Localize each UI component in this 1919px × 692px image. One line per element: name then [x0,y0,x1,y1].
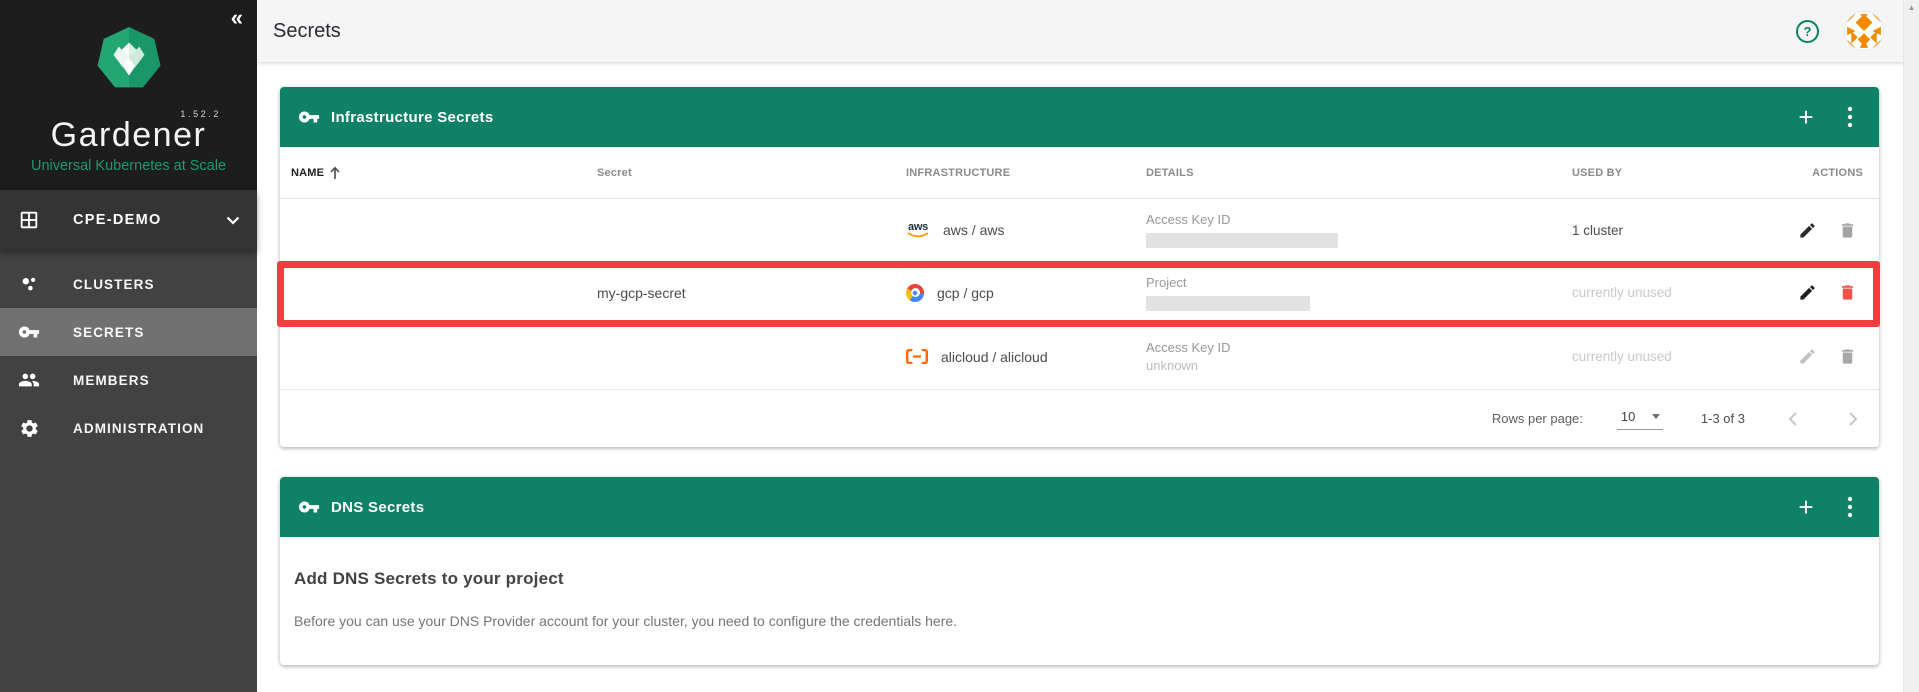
next-page-button [1841,407,1865,431]
delete-secret-button [1837,347,1857,367]
previous-page-button [1781,407,1805,431]
used-by-value: 1 cluster [1572,223,1780,238]
panel-menu-button[interactable] [1832,489,1868,525]
add-dns-secret-button[interactable]: + [1788,489,1824,525]
gardener-logo [96,26,162,97]
sidebar-item-label: MEMBERS [73,373,150,388]
gear-icon [17,416,41,440]
app-subtitle: Universal Kubernetes at Scale [0,158,257,174]
page-title: Secrets [273,20,341,43]
panel-menu-button[interactable] [1832,99,1868,135]
panel-title: Infrastructure Secrets [331,109,494,126]
redacted-details-value [1146,296,1310,311]
infrastructure-value: gcp / gcp [937,285,994,301]
user-avatar[interactable] [1845,12,1883,50]
dns-panel-header: DNS Secrets + [280,477,1879,537]
vertical-dots-icon [1847,106,1853,128]
rows-per-page-select[interactable]: 10 [1617,407,1663,430]
collapse-sidebar-button[interactable]: « [231,4,243,32]
chevron-down-icon [226,216,240,225]
key-icon [17,320,41,344]
project-selector-label: CPE-DEMO [73,212,162,228]
caret-down-icon [1652,414,1660,419]
delete-secret-button [1837,220,1857,240]
alicloud-icon [906,349,928,364]
sidebar-item-members[interactable]: MEMBERS [0,356,257,404]
infrastructure-secrets-panel: Infrastructure Secrets + NAME [280,87,1879,447]
key-icon [298,496,320,518]
chevron-left-icon [1788,411,1798,427]
panel-actions: + [1788,99,1868,135]
chevron-right-icon [1848,411,1858,427]
delete-secret-button[interactable] [1837,283,1857,303]
sidebar-item-label: CLUSTERS [73,277,155,292]
sidebar-item-secrets[interactable]: SECRETS [0,308,257,356]
plus-icon: + [1798,494,1813,520]
add-secret-button[interactable]: + [1788,99,1824,135]
edit-secret-button [1797,347,1817,367]
project-grid-icon [17,208,41,232]
key-icon [298,106,320,128]
infrastructure-panel-header: Infrastructure Secrets + [280,87,1879,147]
column-header-actions: ACTIONS [1780,167,1879,179]
page-header: Secrets ? [257,0,1919,62]
sidebar-item-clusters[interactable]: CLUSTERS [0,260,257,308]
redacted-details-value [1146,233,1338,248]
rows-per-page-label: Rows per page: [1492,411,1583,426]
dns-panel-body: Add DNS Secrets to your project Before y… [280,537,1879,665]
panel-actions: + [1788,489,1868,525]
sidebar-nav: CLUSTERS SECRETS MEMBERS [0,250,257,452]
help-button[interactable]: ? [1796,20,1819,43]
gcp-icon [906,284,924,302]
vertical-dots-icon [1847,496,1853,518]
table-pagination: Rows per page: 10 1-3 of 3 [280,390,1879,447]
panel-title: DNS Secrets [331,499,424,516]
edit-secret-button[interactable] [1797,220,1817,240]
column-header-name[interactable]: NAME [291,166,597,180]
details-label: Access Key ID [1146,340,1572,355]
used-by-value: currently unused [1572,285,1780,300]
infrastructure-value: alicloud / alicloud [941,349,1048,365]
scroll-up-arrow[interactable]: ▲ [1904,3,1919,12]
project-selector[interactable]: CPE-DEMO [0,190,257,250]
column-header-details[interactable]: DETAILS [1146,167,1572,179]
header-actions: ? [1796,12,1883,50]
sidebar-item-label: SECRETS [73,325,144,340]
scrollbar[interactable]: ▲ [1903,0,1919,692]
details-value: unknown [1146,358,1572,373]
table-row: aws aws / aws Access Key ID 1 cluster [280,199,1879,262]
table-header-row: NAME Secret INFRASTRUCTURE DETAILS USED … [280,147,1879,199]
main-area: Secrets ? [257,0,1919,692]
pagination-range-label: 1-3 of 3 [1701,411,1745,426]
secret-name-value: my-gcp-secret [597,285,906,301]
sort-ascending-icon [329,166,341,180]
dns-secrets-panel: DNS Secrets + Add DNS Secrets to your pr… [280,477,1879,665]
details-label: Access Key ID [1146,212,1572,227]
details-label: Project [1146,275,1572,290]
clusters-icon [17,272,41,296]
sidebar: « 1.52.2 Gardener Universal Kubernetes a… [0,0,257,692]
sidebar-item-administration[interactable]: ADMINISTRATION [0,404,257,452]
app-title: Gardener [0,116,257,155]
sidebar-teaser: « 1.52.2 Gardener Universal Kubernetes a… [0,0,257,190]
used-by-value: currently unused [1572,349,1780,364]
dns-empty-heading: Add DNS Secrets to your project [294,569,1859,589]
members-icon [17,368,41,392]
plus-icon: + [1798,104,1813,130]
rows-per-page-value: 10 [1621,409,1635,424]
column-header-secret[interactable]: Secret [597,167,906,179]
column-header-infrastructure[interactable]: INFRASTRUCTURE [906,167,1146,179]
infrastructure-value: aws / aws [943,222,1004,238]
edit-secret-button[interactable] [1797,283,1817,303]
aws-icon: aws [906,222,930,238]
content-area: Infrastructure Secrets + NAME [257,62,1919,692]
sidebar-item-label: ADMINISTRATION [73,421,204,436]
table-row: alicloud / alicloud Access Key ID unknow… [280,324,1879,390]
dns-empty-description: Before you can use your DNS Provider acc… [294,613,1859,629]
table-row-highlighted: my-gcp-secret gcp / gcp Project currentl… [280,262,1879,324]
column-header-used-by[interactable]: USED BY [1572,167,1780,179]
